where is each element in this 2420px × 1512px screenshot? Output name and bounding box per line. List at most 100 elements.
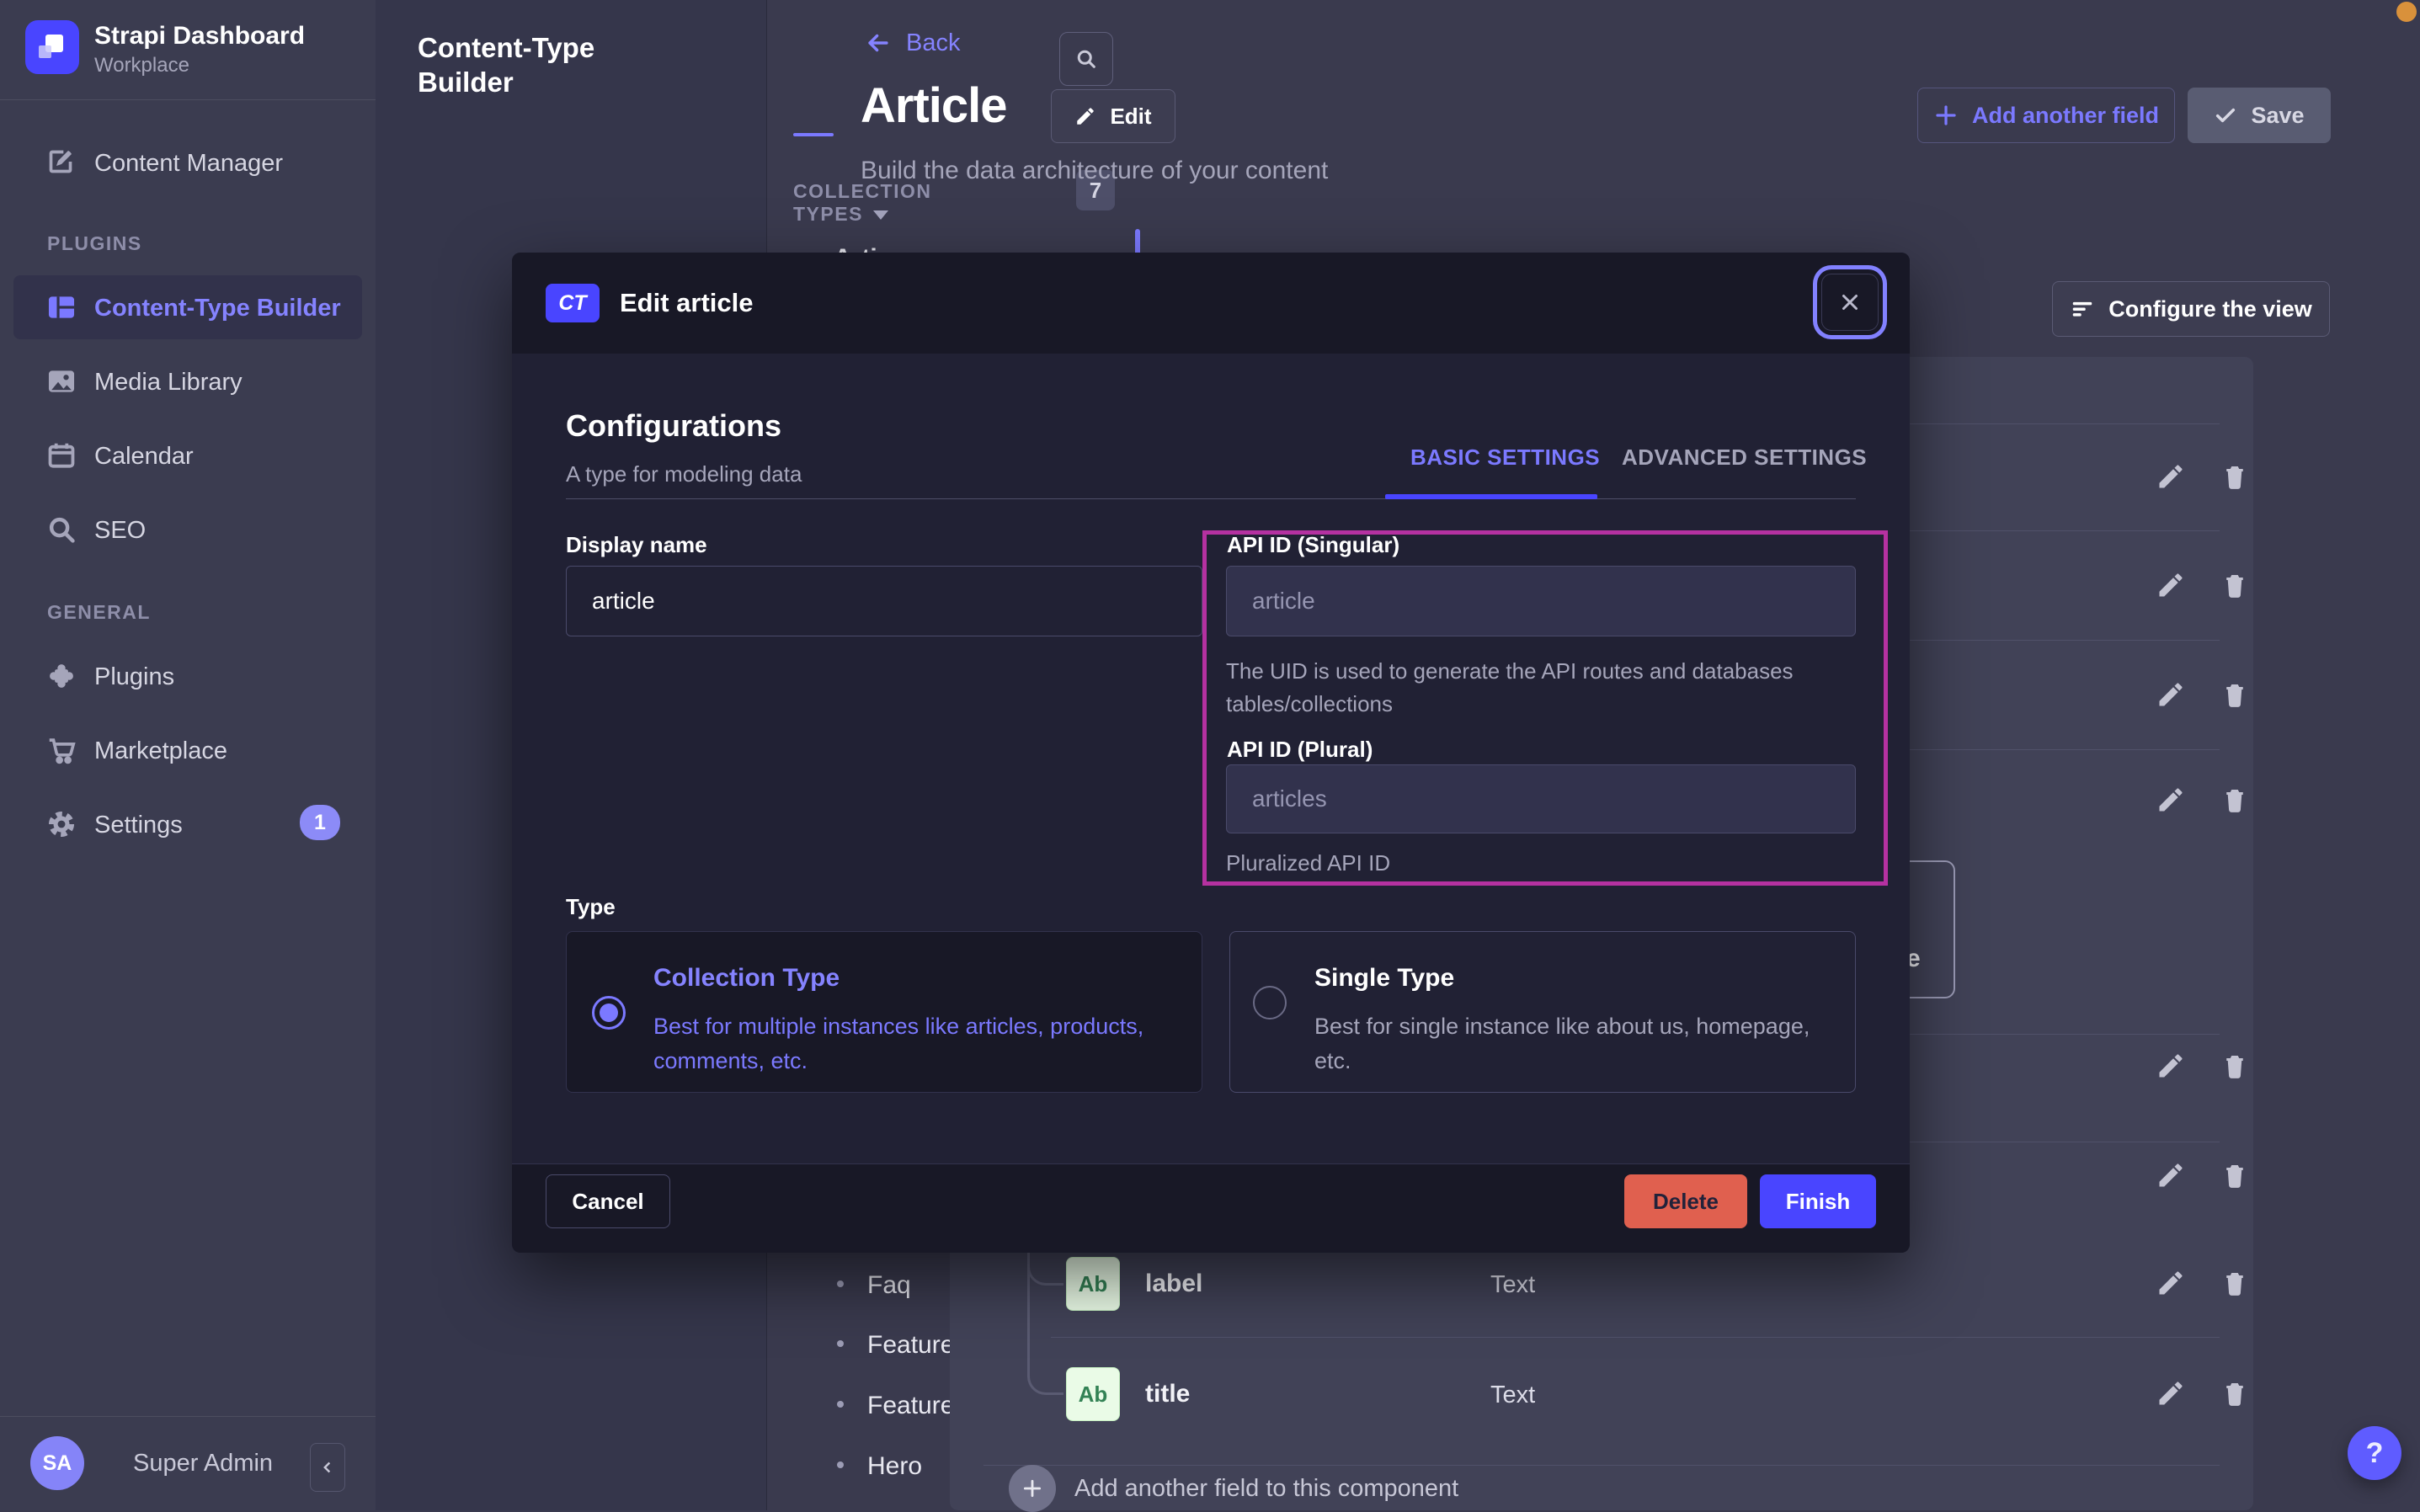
tab-basic-settings[interactable]: BASIC SETTINGS	[1410, 445, 1600, 471]
edit-row-button[interactable]	[2156, 1160, 2186, 1190]
edit-button[interactable]: Edit	[1051, 89, 1175, 143]
edit-row-button[interactable]	[2156, 1268, 2186, 1298]
chevron-left-icon	[318, 1458, 337, 1477]
sidebar-item-label[interactable]: Plugins	[94, 663, 174, 691]
modal-title: Edit article	[620, 288, 754, 318]
display-name-input[interactable]	[566, 566, 1202, 636]
api-id-singular-input[interactable]	[1226, 566, 1856, 636]
api-id-plural-label: API ID (Plural)	[1227, 737, 1373, 763]
recording-indicator-dot	[2396, 2, 2417, 22]
delete-row-button[interactable]	[2220, 461, 2250, 492]
pencil-icon	[2156, 1051, 2186, 1081]
edit-row-button[interactable]	[2156, 461, 2186, 492]
tab-advanced-settings[interactable]: ADVANCED SETTINGS	[1622, 445, 1867, 471]
delete-row-button[interactable]	[2220, 570, 2250, 600]
collection-type-title: Collection Type	[653, 964, 840, 993]
search-button[interactable]	[1059, 32, 1113, 86]
radio-unselected-icon[interactable]	[1253, 986, 1287, 1020]
close-icon	[1837, 290, 1863, 315]
cancel-button[interactable]: Cancel	[546, 1174, 670, 1228]
delete-row-button[interactable]	[2220, 1268, 2250, 1298]
divider	[566, 498, 1856, 499]
pencil-icon	[1074, 105, 1096, 127]
api-id-plural-input[interactable]	[1226, 764, 1856, 833]
edit-article-modal: CT Edit article Configurations A type fo…	[512, 253, 1910, 1253]
bullet-icon	[837, 1340, 844, 1347]
trash-icon	[2220, 785, 2250, 815]
collection-types-heading[interactable]: COLLECTION TYPES	[793, 180, 932, 226]
save-button[interactable]: Save	[2188, 88, 2331, 143]
pencil-icon	[2156, 1378, 2186, 1408]
component-item[interactable]: Hero	[867, 1452, 922, 1481]
modal-heading: Configurations	[566, 408, 781, 444]
avatar[interactable]: SA	[30, 1436, 84, 1490]
workspace-label: Workplace	[94, 54, 189, 77]
edit-row-button[interactable]	[2156, 1378, 2186, 1408]
cart-icon	[45, 734, 77, 766]
collapse-sidebar-button[interactable]	[310, 1443, 345, 1492]
api-id-plural-helper: Pluralized API ID	[1226, 847, 1390, 880]
trash-icon	[2220, 1160, 2250, 1190]
plus-circle-icon	[1009, 1465, 1056, 1512]
sidebar-item-label[interactable]: SEO	[94, 517, 146, 545]
edit-row-button[interactable]	[2156, 570, 2186, 600]
trash-icon	[2220, 1268, 2250, 1298]
delete-row-button[interactable]	[2220, 785, 2250, 815]
divider	[0, 99, 376, 100]
field-type: Text	[1490, 1271, 1535, 1299]
user-name: Super Admin	[133, 1450, 273, 1477]
content-manager-icon	[44, 145, 77, 178]
edit-row-button[interactable]	[2156, 785, 2186, 815]
display-name-label: Display name	[566, 532, 707, 558]
delete-button[interactable]: Delete	[1624, 1174, 1747, 1228]
divider	[1051, 1337, 2220, 1338]
pencil-icon	[2156, 1268, 2186, 1298]
type-label: Type	[566, 894, 616, 920]
puzzle-icon	[45, 660, 77, 692]
pencil-icon	[2156, 570, 2186, 600]
add-another-field-button[interactable]: Add another field	[1917, 88, 2175, 143]
display-name-field-wrap	[566, 566, 1202, 636]
grid-icon	[45, 291, 77, 323]
arrow-left-icon	[864, 29, 893, 57]
modal-footer: Cancel Delete Finish	[512, 1163, 1910, 1253]
page-title: Article	[861, 77, 1007, 134]
help-button[interactable]: ?	[2348, 1426, 2401, 1480]
delete-row-button[interactable]	[2220, 679, 2250, 710]
delete-row-button[interactable]	[2220, 1160, 2250, 1190]
panel-title: Content-Type Builder	[418, 30, 653, 100]
trash-icon	[2220, 461, 2250, 492]
single-type-title: Single Type	[1314, 964, 1454, 993]
edit-row-button[interactable]	[2156, 679, 2186, 710]
single-type-desc: Best for single instance like about us, …	[1314, 1009, 1836, 1078]
sidebar-item-label[interactable]: Media Library	[94, 369, 243, 397]
sidebar-item-label[interactable]: Marketplace	[94, 737, 227, 765]
media-library-icon	[45, 365, 77, 397]
pencil-icon	[2156, 785, 2186, 815]
sidebar-item-label[interactable]: Content-Type Builder	[94, 295, 341, 322]
delete-row-button[interactable]	[2220, 1051, 2250, 1081]
trash-icon	[2220, 1051, 2250, 1081]
back-link[interactable]: Back	[864, 29, 960, 57]
pencil-icon	[2156, 461, 2186, 492]
component-item[interactable]: Faq	[867, 1271, 911, 1300]
sidebar-item-content-manager[interactable]: Content Manager	[94, 150, 283, 178]
radio-selected-icon[interactable]	[592, 996, 626, 1030]
collection-type-card[interactable]: Collection Type Best for multiple instan…	[566, 931, 1202, 1093]
seo-search-icon	[45, 514, 77, 546]
caret-down-icon	[873, 210, 888, 220]
add-field-to-component-row[interactable]: Add another field to this component	[1009, 1465, 1458, 1512]
single-type-card[interactable]: Single Type Best for single instance lik…	[1229, 931, 1856, 1093]
close-button[interactable]	[1821, 274, 1879, 331]
delete-row-button[interactable]	[2220, 1378, 2250, 1408]
plugins-section-heading: PLUGINS	[47, 232, 142, 255]
sidebar-item-label[interactable]: Settings	[94, 812, 183, 839]
configure-view-button[interactable]: Configure the view	[2052, 281, 2330, 337]
app-sidebar: Strapi Dashboard Workplace Content Manag…	[0, 0, 376, 1510]
edit-row-button[interactable]	[2156, 1051, 2186, 1081]
sidebar-item-label[interactable]: Calendar	[94, 443, 194, 471]
field-type-badge: Ab	[1066, 1257, 1120, 1311]
pencil-icon	[2156, 1160, 2186, 1190]
finish-button[interactable]: Finish	[1760, 1174, 1876, 1228]
api-id-singular-helper: The UID is used to generate the API rout…	[1226, 655, 1815, 721]
